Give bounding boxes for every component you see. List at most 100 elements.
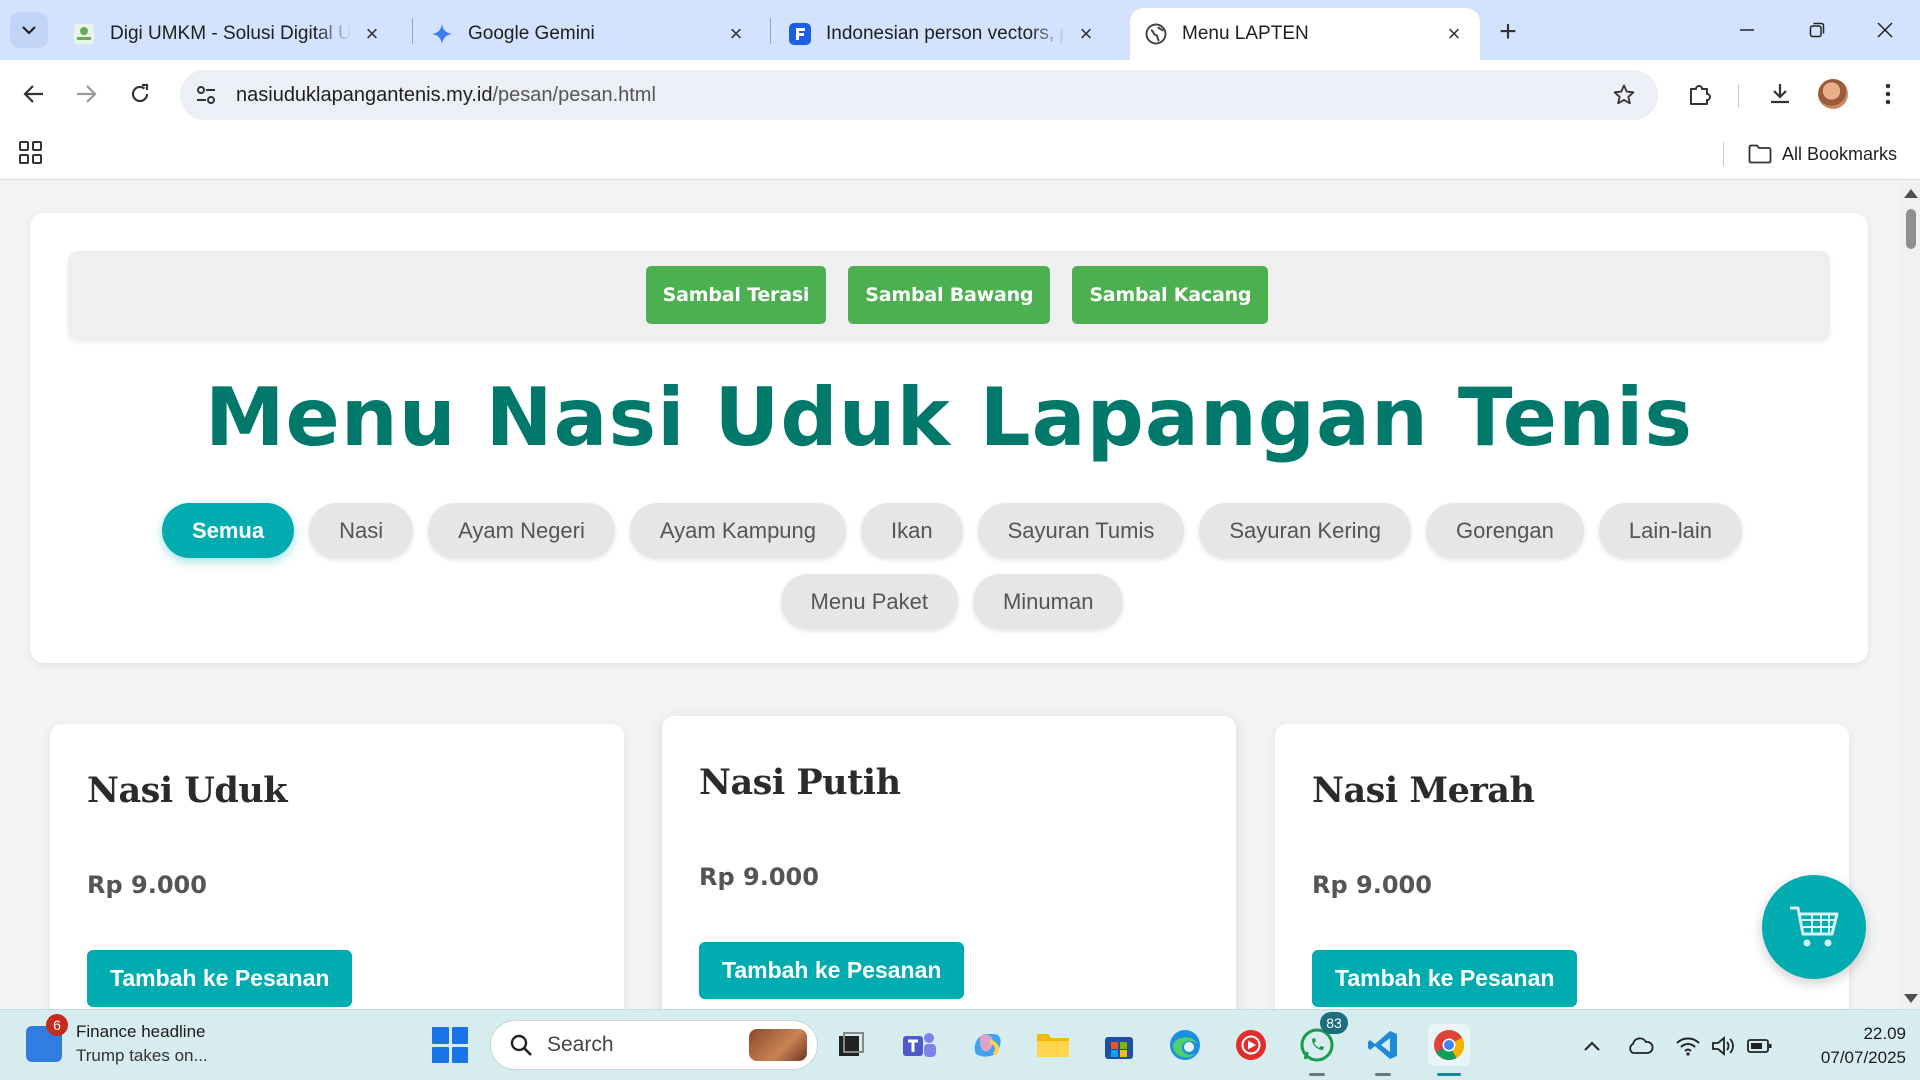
add-to-order-button[interactable]: Tambah ke Pesanan (87, 950, 353, 1007)
task-view-icon[interactable] (830, 1024, 872, 1066)
close-tab-icon[interactable]: × (1442, 21, 1466, 46)
category-nasi[interactable]: Nasi (309, 503, 414, 558)
windows-taskbar: 6 Finance headline Trump takes on... Sea… (0, 1009, 1920, 1080)
bookmarks-bar: All Bookmarks (0, 128, 1920, 180)
category-minuman[interactable]: Minuman (972, 574, 1124, 629)
site-info-button[interactable] (186, 75, 226, 115)
item-price: Rp 9.000 (699, 863, 819, 891)
browser-menu-button[interactable] (1868, 74, 1908, 114)
all-bookmarks-button[interactable]: All Bookmarks (1748, 140, 1897, 168)
edge-icon[interactable] (1164, 1024, 1206, 1066)
toolbar-divider (1738, 84, 1739, 108)
forward-button[interactable] (66, 74, 106, 114)
item-price: Rp 9.000 (87, 871, 207, 899)
tab-divider (770, 18, 771, 44)
item-name: Nasi Uduk (87, 770, 288, 811)
url-text[interactable]: nasiuduklapangantenis.my.id/pesan/pesan.… (236, 84, 656, 107)
news-badge: 6 (46, 1014, 68, 1036)
category-ayam-negeri[interactable]: Ayam Negeri (428, 503, 615, 558)
sambal-bawang-button[interactable]: Sambal Bawang (848, 266, 1051, 324)
onedrive-cloud-icon[interactable] (1626, 1032, 1654, 1060)
shopping-cart-icon (1790, 906, 1839, 947)
battery-icon[interactable] (1746, 1032, 1774, 1060)
sambal-terasi-button[interactable]: Sambal Terasi (645, 266, 827, 324)
copilot-icon[interactable] (966, 1024, 1008, 1066)
arrow-left-icon (23, 85, 43, 103)
apps-grid-icon[interactable] (18, 140, 46, 168)
category-ikan[interactable]: Ikan (861, 503, 963, 558)
profile-avatar[interactable] (1818, 79, 1848, 109)
globe-icon (1144, 22, 1168, 46)
wifi-icon[interactable] (1674, 1032, 1702, 1060)
page-scrollbar[interactable] (1900, 181, 1920, 1009)
taskbar-search[interactable]: Search (490, 1020, 818, 1070)
menu-header-card: Sambal Terasi Sambal Bawang Sambal Kacan… (30, 213, 1868, 663)
item-name: Nasi Putih (699, 762, 901, 803)
item-price: Rp 9.000 (1312, 871, 1432, 899)
news-widget[interactable]: 6 Finance headline Trump takes on... (26, 1014, 208, 1068)
browser-toolbar: nasiuduklapangantenis.my.id/pesan/pesan.… (0, 60, 1920, 128)
back-button[interactable] (14, 74, 54, 114)
bookmark-star-button[interactable] (1608, 79, 1640, 111)
tab-google-gemini[interactable]: Google Gemini × (416, 8, 762, 60)
restore-icon (1809, 22, 1825, 38)
gemini-sparkle-icon (430, 22, 454, 46)
address-bar[interactable]: nasiuduklapangantenis.my.id/pesan/pesan.… (180, 70, 1658, 120)
downloads-button[interactable] (1760, 74, 1800, 114)
volume-icon[interactable] (1710, 1032, 1738, 1060)
tab-freepik[interactable]: Indonesian person vectors, photos × (774, 8, 1112, 60)
category-filter-row: Menu Paket Minuman (30, 574, 1868, 629)
category-menu-paket[interactable]: Menu Paket (780, 574, 958, 629)
sambal-kacang-button[interactable]: Sambal Kacang (1072, 266, 1269, 324)
scroll-down-arrow[interactable] (1904, 994, 1918, 1003)
category-sayuran-kering[interactable]: Sayuran Kering (1199, 503, 1412, 558)
close-tab-icon[interactable]: × (724, 21, 748, 46)
category-gorengan[interactable]: Gorengan (1426, 503, 1584, 558)
file-explorer-icon[interactable] (1032, 1024, 1074, 1066)
cart-button[interactable] (1762, 875, 1866, 979)
category-semua[interactable]: Semua (161, 503, 295, 558)
show-hidden-icons-chevron-icon[interactable] (1578, 1032, 1606, 1060)
scroll-up-arrow[interactable] (1904, 189, 1918, 198)
tab-menu-lapten[interactable]: Menu LAPTEN × (1130, 8, 1480, 60)
windows-start-icon[interactable] (432, 1027, 468, 1063)
menu-item-card: Nasi Putih Rp 9.000 Tambah ke Pesanan (662, 716, 1236, 1009)
tab-title: Google Gemini (468, 23, 595, 44)
tab-search-button[interactable] (10, 12, 48, 48)
teams-icon[interactable] (898, 1024, 940, 1066)
minimize-button[interactable] (1724, 10, 1770, 50)
category-lain-lain[interactable]: Lain-lain (1598, 503, 1743, 558)
sambal-bar: Sambal Terasi Sambal Bawang Sambal Kacan… (68, 251, 1830, 339)
microsoft-store-icon[interactable] (1098, 1024, 1140, 1066)
clock-date: 07/07/2025 (1820, 1048, 1906, 1067)
tab-digi-umkm[interactable]: Digi UMKM - Solusi Digital UMKM × (58, 8, 398, 60)
chevron-down-icon (22, 26, 36, 35)
category-ayam-kampung[interactable]: Ayam Kampung (629, 503, 847, 558)
close-tab-icon[interactable]: × (360, 21, 384, 46)
download-icon (1771, 84, 1789, 104)
chrome-icon[interactable] (1428, 1024, 1470, 1076)
whatsapp-icon[interactable]: 83 (1296, 1012, 1348, 1076)
category-filter-row: Semua Nasi Ayam Negeri Ayam Kampung Ikan… (30, 503, 1868, 558)
system-clock[interactable]: 22.09 07/07/2025 (1790, 1022, 1906, 1070)
restore-button[interactable] (1794, 10, 1840, 50)
scroll-thumb[interactable] (1906, 209, 1916, 249)
folder-icon (1748, 144, 1772, 164)
extensions-button[interactable] (1680, 74, 1720, 114)
item-name: Nasi Merah (1312, 770, 1535, 811)
close-window-button[interactable] (1862, 10, 1908, 50)
close-tab-icon[interactable]: × (1074, 21, 1098, 46)
tab-title: Indonesian person vectors, photos (826, 23, 1066, 44)
category-sayuran-tumis[interactable]: Sayuran Tumis (977, 503, 1185, 558)
search-highlight-image (749, 1029, 807, 1061)
minimize-icon (1740, 29, 1754, 31)
add-to-order-button[interactable]: Tambah ke Pesanan (699, 942, 965, 999)
all-bookmarks-label: All Bookmarks (1782, 143, 1898, 164)
new-tab-button[interactable]: + (1490, 14, 1526, 50)
reload-button[interactable] (120, 74, 160, 114)
tab-divider (412, 18, 413, 44)
add-to-order-button[interactable]: Tambah ke Pesanan (1312, 950, 1578, 1007)
vscode-icon[interactable] (1362, 1024, 1404, 1076)
youtube-music-icon[interactable] (1230, 1024, 1272, 1066)
arrow-right-icon (77, 85, 97, 103)
